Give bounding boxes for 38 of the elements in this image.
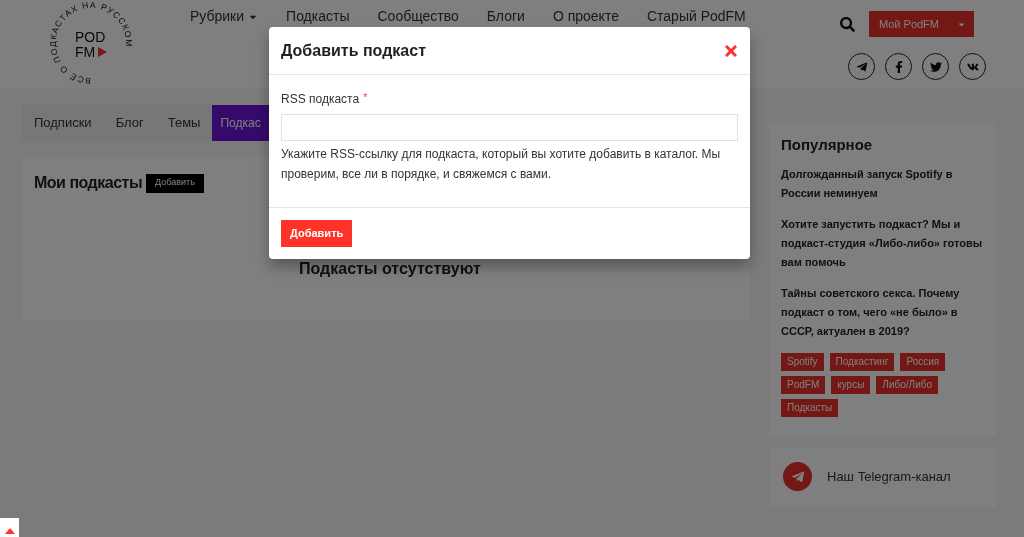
- tag[interactable]: Spotify: [781, 352, 824, 371]
- add-button[interactable]: Добавить: [146, 173, 204, 193]
- tag[interactable]: Либо/Либо: [876, 375, 938, 394]
- tag[interactable]: Подкастинг: [829, 352, 895, 371]
- tag[interactable]: Подкасты: [781, 398, 839, 417]
- nav-link[interactable]: Подкасты: [286, 6, 350, 27]
- nav-link[interactable]: Рубрики: [190, 6, 259, 27]
- up-arrow-icon: [4, 528, 15, 534]
- popular-title: Популярное: [781, 135, 874, 155]
- telegram-icon: [783, 462, 812, 491]
- nav-link[interactable]: Старый PodFM: [646, 6, 746, 27]
- tab[interactable]: Блог: [103, 105, 156, 141]
- required-mark: *: [363, 91, 368, 105]
- popular-post-link[interactable]: Долгожданный запуск Spotify в России неминуем: [781, 164, 984, 203]
- popular-post-link[interactable]: Тайны советского секса. Почему подкаст о том, чего «не было» в СССР, актуален в 2019?: [781, 283, 984, 341]
- facebook-icon[interactable]: [885, 53, 912, 80]
- tab[interactable]: Подписки: [22, 105, 104, 141]
- telegram-link: Наш Telegram-канал: [827, 467, 951, 486]
- field-label: RSS подкаста: [281, 91, 360, 108]
- telegram-card[interactable]: Наш Telegram-канал: [769, 446, 996, 507]
- rss-input-field[interactable]: [281, 114, 738, 141]
- scroll-top-button[interactable]: [0, 518, 19, 537]
- tag[interactable]: PodFM: [781, 375, 826, 394]
- tag[interactable]: курсы: [831, 375, 871, 394]
- tag[interactable]: Россия: [900, 352, 946, 371]
- empty-message: Подкасты отсутствуют: [299, 259, 482, 279]
- close-icon[interactable]: [725, 44, 737, 57]
- field-hint: Укажите RSS-ссылку для подкаста, который вы хотите добавить в каталог. Мы проверим, все ли в порядке, и свяжемся с вами.: [281, 146, 722, 183]
- search-icon[interactable]: [839, 16, 855, 32]
- tab[interactable]: Темы: [155, 105, 213, 141]
- nav-link[interactable]: О проекте: [552, 6, 619, 27]
- section-title: Мои подкасты: [34, 173, 143, 193]
- modal-title: Добавить подкаст: [281, 40, 426, 61]
- popular-post-link[interactable]: Хотите запустить подкаст? Мы и подкаст-студия «Либо-либо» готовы вам помочь: [781, 214, 984, 272]
- account-button[interactable]: Мой PodFM: [868, 11, 974, 37]
- submit-button[interactable]: Добавить: [281, 220, 353, 247]
- nav-link[interactable]: Блоги: [486, 6, 525, 27]
- nav-link[interactable]: Сообщество: [377, 6, 459, 27]
